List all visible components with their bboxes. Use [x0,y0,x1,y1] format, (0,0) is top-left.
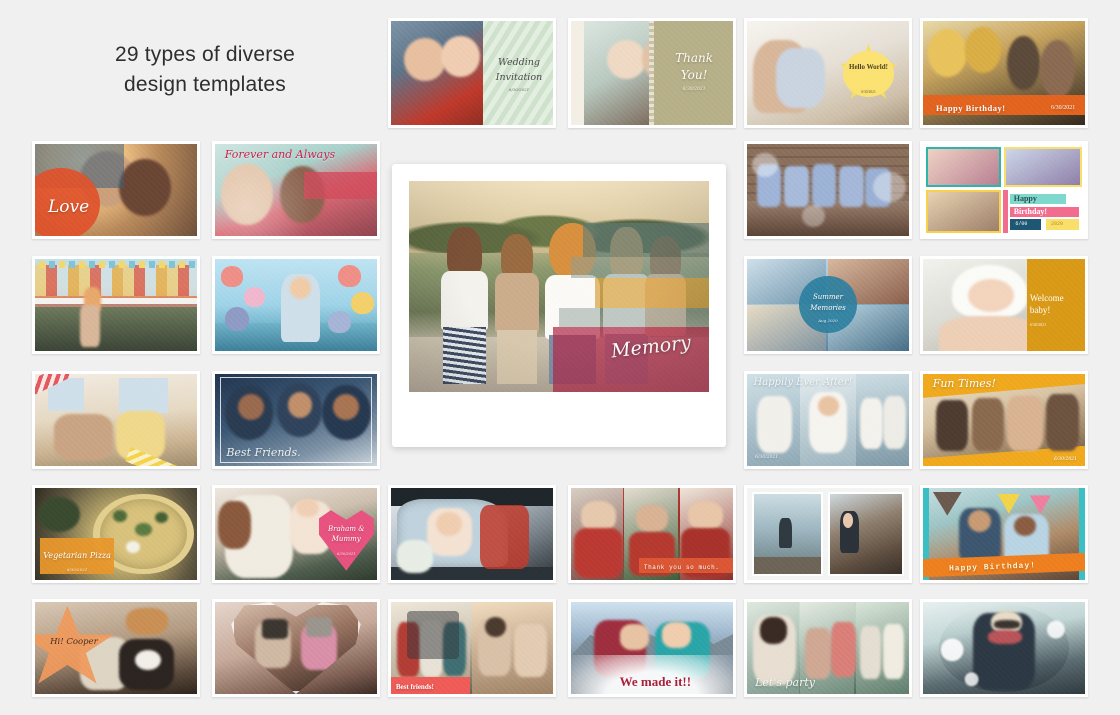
template-card-happy-birthday-collage[interactable]: Happy Birthday! 6/00 2020 [920,141,1088,239]
template-card-best-friends-van[interactable]: Best friends! [388,599,556,697]
template-card-wedding-invitation[interactable]: Wedding Invitation 6/30/2021 [388,18,556,128]
template-card-harbor-icecream[interactable] [32,256,200,354]
template-card-happy-birthday-40[interactable]: Happy Birthday! 6/30/2021 [920,18,1088,128]
template-card-thank-you-so-much[interactable]: Thank you so much. [568,485,736,583]
template-card-bride-in-car[interactable] [388,485,556,583]
featured-photo: Memory [409,181,709,392]
template-card-braham-and-mummy[interactable]: Braham & Mummy 6/30/2021 [212,485,380,583]
template-card-washi-dog-girl[interactable] [32,371,200,469]
featured-template-preview[interactable]: Memory [392,164,726,447]
page-title-line2: design templates [124,73,286,97]
template-card-balloons-kid[interactable] [212,256,380,354]
template-card-love[interactable]: Love [32,141,200,239]
template-card-best-friends-trio[interactable]: Best Friends. [212,371,380,469]
template-card-heart-frame-vr[interactable] [212,599,380,697]
template-card-forever-and-always[interactable]: Forever and Always [212,141,380,239]
page-title-line1: 29 types of diverse [114,43,296,66]
template-card-coastal-diptych[interactable] [744,485,912,583]
template-card-hello-world[interactable]: Hello World! 6/30/2021 [744,18,912,128]
template-card-kids-bokeh[interactable] [744,141,912,239]
template-card-welcome-baby[interactable]: Welcome baby! 6/30/2021 [920,256,1088,354]
page-title: 29 types of diverse design templates [30,40,380,101]
template-gallery: 29 types of diverse design templates Wed… [0,0,1120,715]
template-card-happy-birthday-party[interactable]: Happy Birthday! [920,485,1088,583]
template-card-hi-cooper[interactable]: Hi! Cooper [32,599,200,697]
template-card-happily-ever-after[interactable]: Happily Ever After! 6/30/2021 [744,371,912,469]
template-card-vegetarian-pizza[interactable]: Vegetarian Pizza 6/30/2021 [32,485,200,583]
template-card-lets-party[interactable]: Let's party [744,599,912,697]
template-card-we-made-it[interactable]: We made it!! [568,599,736,697]
template-card-fun-times[interactable]: Fun Times! 6/30/2021 [920,371,1088,469]
template-card-summer-memories[interactable]: Summer Memories Aug 2020 [744,256,912,354]
template-card-snow-winter[interactable] [920,599,1088,697]
template-card-thank-you[interactable]: Thank You! 6/30/2021 [568,18,736,128]
